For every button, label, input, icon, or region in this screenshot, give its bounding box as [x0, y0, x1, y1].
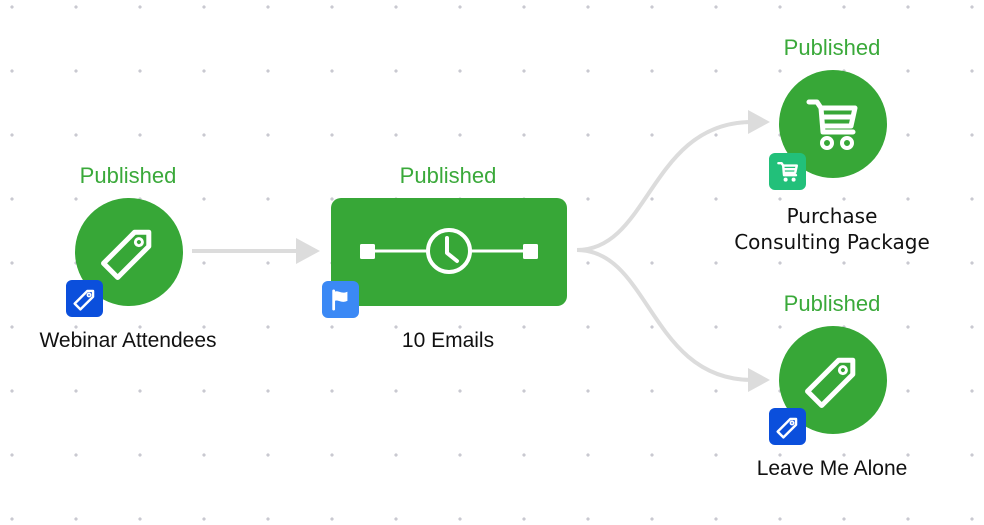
status-label: Published: [399, 163, 497, 188]
tag-icon: [805, 357, 856, 408]
node-label-line: Purchase: [786, 204, 878, 228]
node-label-line: Consulting Package: [734, 230, 930, 254]
node-label: Webinar Attendees: [39, 329, 217, 352]
timer-sequence-icon: [360, 228, 538, 274]
cart-badge: [769, 153, 806, 190]
tag-badge: [66, 280, 103, 317]
tag-icon: [72, 289, 94, 311]
flag-badge: [322, 281, 359, 318]
tag-badge: [769, 408, 806, 445]
arrowhead-icon: [748, 368, 770, 392]
status-label: Published: [783, 35, 881, 60]
arrowhead-icon: [748, 110, 770, 134]
tag-icon: [101, 229, 152, 280]
arrowhead-icon: [296, 238, 320, 264]
status-label: Published: [783, 291, 881, 316]
tag-icon: [775, 417, 797, 439]
node-label: 10 Emails: [401, 329, 495, 352]
flag-icon: [331, 288, 347, 311]
node-label: Purchase Consulting Package: [702, 203, 962, 255]
cart-icon: [776, 161, 798, 182]
email-sequence-node[interactable]: [331, 198, 567, 306]
edge-webinar-to-emails[interactable]: [192, 238, 320, 264]
status-label: Published: [79, 163, 177, 188]
cart-icon: [806, 99, 858, 150]
node-label: Leave Me Alone: [756, 457, 908, 480]
edge-emails-to-leave-me-alone[interactable]: [576, 248, 770, 392]
